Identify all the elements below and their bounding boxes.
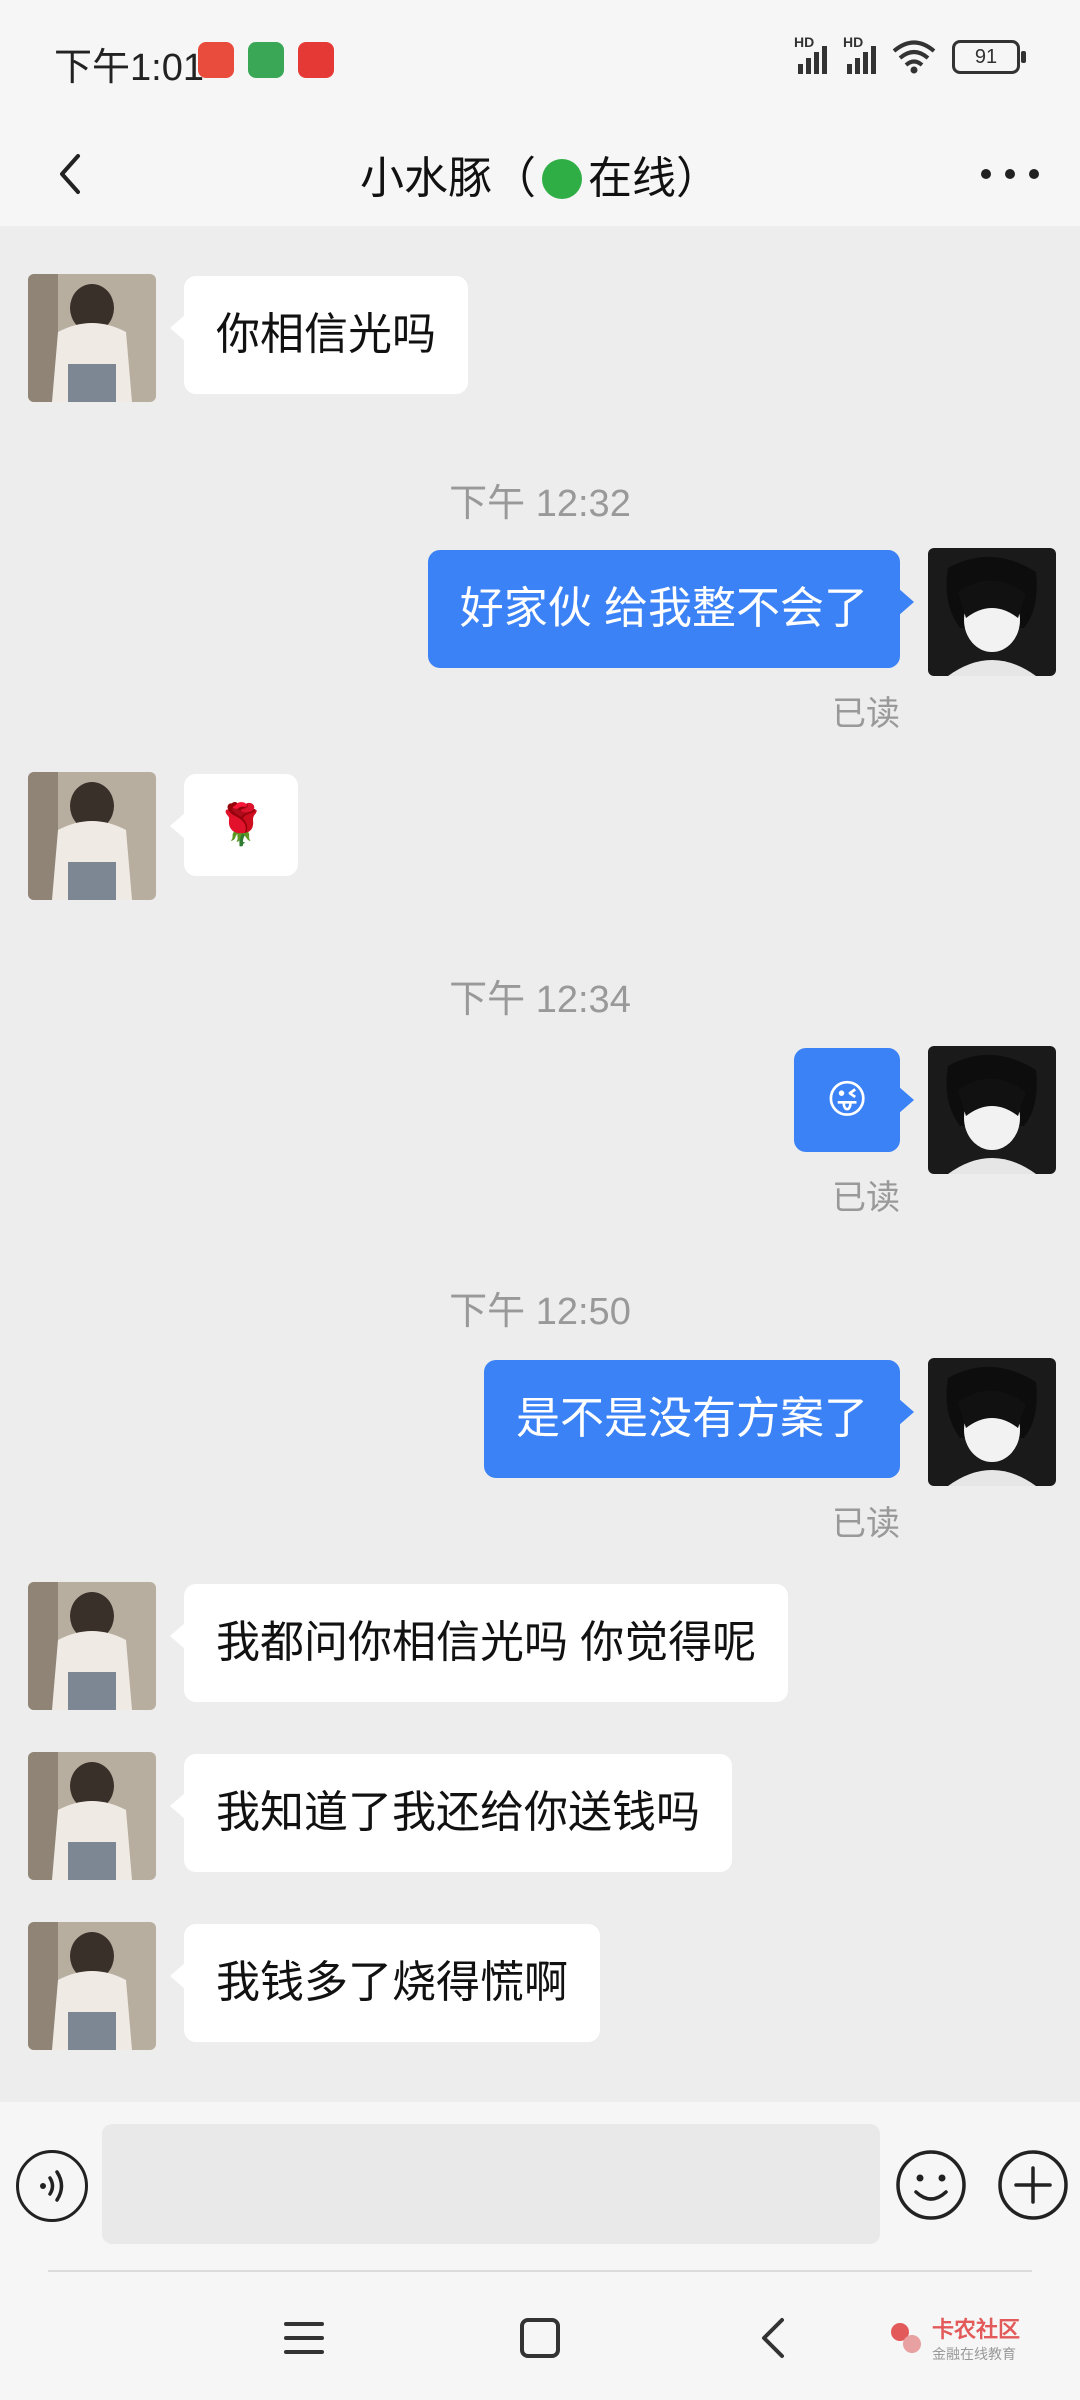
message-timestamp: 下午 12:34 — [449, 979, 631, 1021]
notification-app-icons — [198, 42, 334, 78]
read-receipt: 已读 — [832, 1179, 900, 1217]
system-nav-bar: 卡农社区 金融在线教育 — [0, 2272, 1080, 2400]
online-dot-icon — [542, 159, 582, 199]
menu-button[interactable] — [274, 2308, 334, 2368]
home-button[interactable] — [510, 2308, 570, 2368]
sent-message[interactable]: 😜 — [794, 1048, 914, 1152]
avatar-photo — [928, 548, 1056, 676]
input-bar — [0, 2102, 1080, 2272]
avatar-photo — [28, 772, 156, 900]
message-input[interactable] — [102, 2124, 880, 2244]
message-text: 你相信光吗 — [216, 310, 436, 359]
chat-area[interactable]: 你相信光吗 下午 12:32 好家伙 给我整不会了 已读 🌹 下午 12:34 — [0, 226, 1080, 2102]
received-message[interactable]: 我知道了我还给你送钱吗 — [170, 1754, 732, 1872]
more-options-button[interactable] — [970, 142, 1050, 206]
more-actions-button[interactable] — [996, 2148, 1070, 2222]
watermark-line2: 金融在线教育 — [931, 2346, 1016, 2362]
pinduoduo-icon — [198, 42, 234, 78]
my-avatar[interactable] — [928, 1046, 1056, 1174]
contact-status: 在线 — [588, 154, 676, 203]
watermark: 卡农社区 金融在线教育 — [888, 2312, 1020, 2364]
received-message[interactable]: 我钱多了烧得慌啊 — [170, 1924, 600, 2042]
emoji-button[interactable] — [894, 2148, 968, 2222]
battery-level: 91 — [974, 46, 998, 68]
read-receipt: 已读 — [832, 1505, 900, 1543]
watermark-line1: 卡农社区 — [931, 2317, 1020, 2342]
message-text: 我钱多了烧得慌啊 — [216, 1958, 568, 2007]
status-bar: 下午1:01 HD HD 91 — [0, 0, 1080, 120]
avatar-photo — [28, 1752, 156, 1880]
chat-title: 小水豚（ 在线） — [0, 142, 1080, 206]
read-receipt: 已读 — [832, 695, 900, 733]
system-icons: HD HD 91 — [794, 34, 1026, 74]
close-paren: ） — [676, 154, 720, 203]
message-text: 我知道了我还给你送钱吗 — [216, 1788, 700, 1837]
menu-icon — [284, 2322, 324, 2354]
hd-label: HD — [794, 34, 815, 50]
contact-name: 小水豚 — [360, 154, 492, 203]
avatar-photo — [928, 1358, 1056, 1486]
wifi-icon — [892, 40, 936, 74]
message-text: 是不是没有方案了 — [516, 1394, 868, 1443]
avatar-photo — [928, 1046, 1056, 1174]
avatar-photo — [28, 1582, 156, 1710]
message-text: 我都问你相信光吗 你觉得呢 — [216, 1618, 757, 1667]
my-avatar[interactable] — [928, 548, 1056, 676]
chat-header: 小水豚（ 在线） — [0, 120, 1080, 226]
back-nav-button[interactable] — [744, 2308, 804, 2368]
received-message[interactable]: 你相信光吗 — [170, 276, 468, 394]
voice-icon — [40, 2170, 64, 2202]
contact-avatar[interactable] — [28, 1922, 156, 2050]
cellular-signal-icon: HD — [794, 34, 827, 74]
received-message[interactable]: 我都问你相信光吗 你觉得呢 — [169, 1584, 789, 1702]
contact-avatar[interactable] — [28, 1582, 156, 1710]
received-message[interactable]: 🌹 — [170, 774, 298, 876]
home-square-icon — [520, 2318, 560, 2358]
avatar-photo — [28, 274, 156, 402]
contact-avatar[interactable] — [28, 1752, 156, 1880]
message-timestamp: 下午 12:50 — [449, 1291, 631, 1333]
search-app-icon — [298, 42, 334, 78]
watermark-text: 卡农社区 金融在线教育 — [932, 2312, 1020, 2364]
sent-message[interactable]: 好家伙 给我整不会了 — [427, 550, 915, 668]
voice-input-button[interactable] — [16, 2150, 88, 2222]
more-horizontal-icon — [981, 169, 1039, 179]
knong-logo-icon — [890, 2323, 921, 2353]
back-triangle-icon — [762, 2318, 784, 2358]
smiley-icon — [896, 2150, 966, 2220]
message-emoji: 🌹 — [216, 803, 266, 847]
cellular-signal-icon: HD — [843, 34, 876, 74]
status-time: 下午1:01 — [54, 47, 204, 89]
my-avatar[interactable] — [928, 1358, 1056, 1486]
plus-icon — [998, 2150, 1068, 2220]
app-icon — [248, 42, 284, 78]
hd-label: HD — [843, 34, 864, 50]
message-emoji: 😜 — [826, 1078, 868, 1122]
open-paren: （ — [492, 154, 536, 203]
battery-icon: 91 — [952, 40, 1026, 74]
avatar-photo — [28, 1922, 156, 2050]
sent-message[interactable]: 是不是没有方案了 — [484, 1360, 914, 1478]
message-timestamp: 下午 12:32 — [449, 483, 631, 525]
message-text: 好家伙 给我整不会了 — [459, 584, 868, 633]
contact-avatar[interactable] — [28, 772, 156, 900]
contact-avatar[interactable] — [28, 274, 156, 402]
